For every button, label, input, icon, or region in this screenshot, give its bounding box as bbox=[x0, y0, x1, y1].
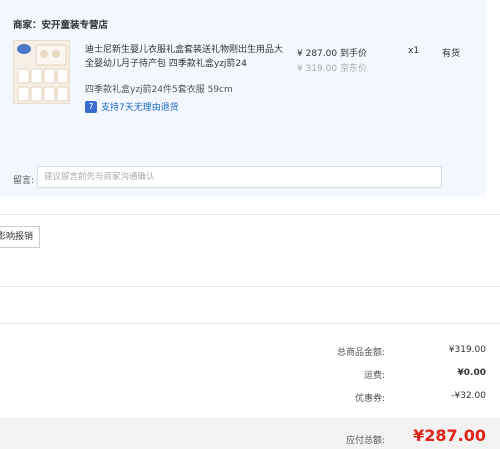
payable-value: ¥287.00 bbox=[413, 426, 486, 445]
shop-name[interactable]: 商家：安开童装专营店 bbox=[13, 17, 108, 31]
quantity: x1 bbox=[408, 46, 420, 56]
goods-total-label: 总商品金额: bbox=[336, 348, 385, 358]
coupon-row: 优惠券: -¥32.00 bbox=[0, 391, 500, 405]
payable-total-bar: 应付总额: ¥287.00 bbox=[0, 418, 500, 449]
seven-day-return-icon: 7 bbox=[85, 100, 97, 113]
product-title[interactable]: 迪士尼新生婴儿衣服礼盒套装送礼物刚出生用品大全婴幼儿月子待产包 四季款礼盒yzj… bbox=[85, 43, 285, 71]
report-button[interactable]: 影响报销 bbox=[0, 226, 40, 248]
goods-total-row: 总商品金额: ¥319.00 bbox=[0, 345, 500, 359]
remark-input[interactable] bbox=[37, 166, 442, 188]
order-card: 商家：安开童装专营店 迪士尼新生婴儿衣服礼盒套装送礼物刚出生用品大全婴幼儿月子待… bbox=[0, 0, 486, 196]
remark-label: 留言: bbox=[13, 176, 35, 186]
product-variant: 四季款礼盒yzj箭24件5套衣服 59cm bbox=[85, 85, 233, 95]
goods-total-value: ¥319.00 bbox=[448, 345, 486, 355]
return-policy-text: 支持7天无理由退货 bbox=[101, 103, 179, 113]
shipping-value: ¥0.00 bbox=[457, 368, 486, 378]
shipping-row: 运费: ¥0.00 bbox=[0, 368, 500, 382]
payable-label: 应付总额: bbox=[345, 436, 385, 446]
divider bbox=[0, 323, 500, 324]
shipping-label: 运费: bbox=[363, 371, 385, 381]
stock-status: 有货 bbox=[442, 49, 461, 59]
coupon-value: -¥32.00 bbox=[451, 391, 486, 401]
divider bbox=[0, 214, 500, 215]
price-original: ¥ 319.00 京东价 bbox=[297, 64, 367, 74]
product-image-graphic bbox=[14, 41, 69, 103]
coupon-label: 优惠券: bbox=[354, 394, 385, 404]
divider bbox=[0, 286, 500, 287]
price-final: ¥ 287.00 到手价 bbox=[297, 49, 367, 59]
return-policy-badge: 7 支持7天无理由退货 bbox=[85, 100, 179, 113]
product-image[interactable] bbox=[13, 40, 70, 104]
